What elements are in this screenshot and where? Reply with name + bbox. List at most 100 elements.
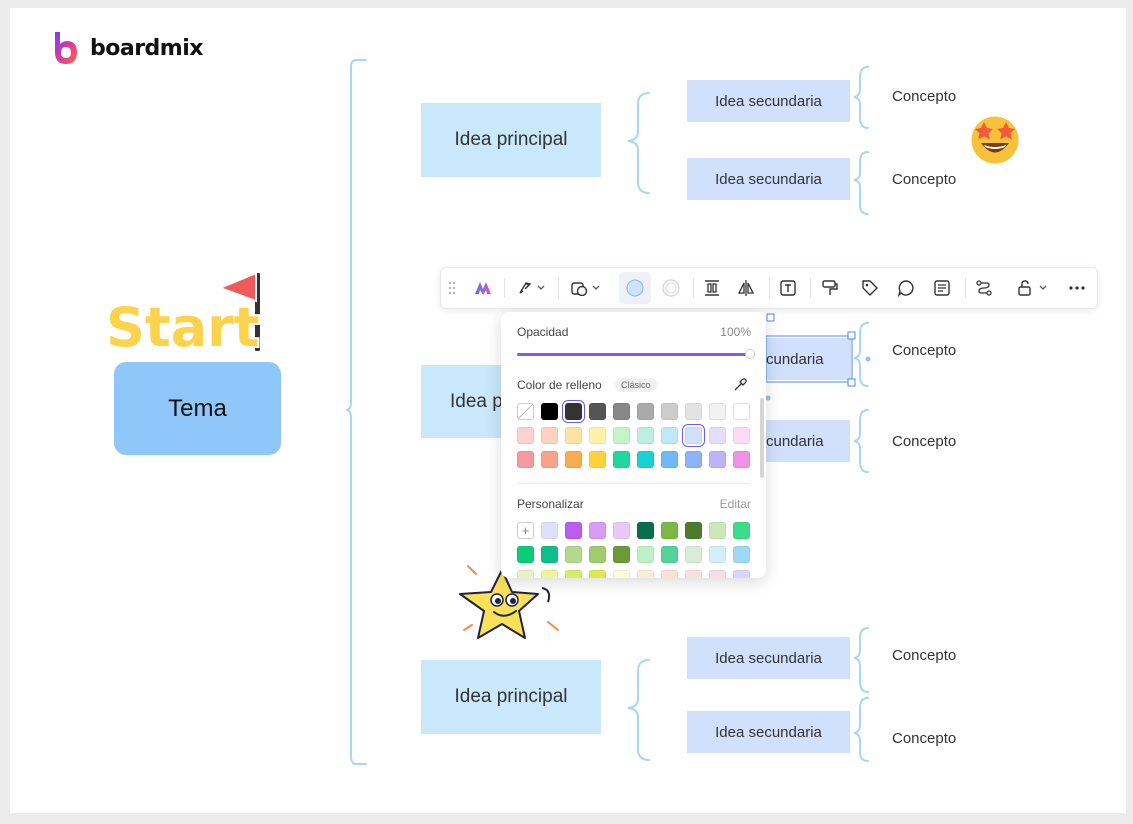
- opacity-label: Opacidad: [517, 325, 569, 339]
- shape-icon[interactable]: [563, 268, 609, 308]
- color-swatch[interactable]: [709, 546, 726, 563]
- color-swatch[interactable]: [685, 451, 702, 468]
- color-swatch[interactable]: [613, 522, 630, 539]
- color-swatch[interactable]: [517, 570, 534, 578]
- color-swatch[interactable]: [613, 546, 630, 563]
- concept-2[interactable]: Concepto: [892, 171, 956, 188]
- secondary-idea-6[interactable]: Idea secundaria: [687, 711, 850, 753]
- color-swatch[interactable]: [565, 570, 582, 578]
- lock-icon[interactable]: [1011, 268, 1055, 308]
- color-swatch[interactable]: [661, 427, 678, 444]
- color-swatch[interactable]: [613, 570, 630, 578]
- color-swatch[interactable]: [661, 451, 678, 468]
- color-swatch[interactable]: [517, 451, 534, 468]
- opacity-slider-thumb[interactable]: [745, 349, 755, 359]
- concept-1[interactable]: Concepto: [892, 88, 956, 105]
- color-swatch[interactable]: [709, 522, 726, 539]
- color-swatch[interactable]: [541, 451, 558, 468]
- more-icon[interactable]: [1061, 268, 1093, 308]
- secondary-idea-2[interactable]: Idea secundaria: [687, 158, 850, 200]
- eyedropper-icon[interactable]: [733, 378, 747, 392]
- add-color-button[interactable]: +: [517, 522, 534, 539]
- color-swatch[interactable]: [685, 403, 702, 420]
- color-swatch[interactable]: [589, 570, 606, 578]
- color-swatch[interactable]: [541, 403, 558, 420]
- flip-icon[interactable]: [731, 268, 761, 308]
- color-swatch[interactable]: [637, 546, 654, 563]
- color-swatch[interactable]: [709, 427, 726, 444]
- color-swatch[interactable]: [733, 522, 750, 539]
- color-swatch[interactable]: [709, 570, 726, 578]
- no-fill-swatch[interactable]: [517, 403, 534, 420]
- concept-4[interactable]: Concepto: [892, 433, 956, 450]
- color-swatch[interactable]: [682, 424, 705, 447]
- color-swatch[interactable]: [709, 403, 726, 420]
- color-swatch[interactable]: [661, 546, 678, 563]
- panel-scrollbar[interactable]: [760, 398, 764, 478]
- align-icon[interactable]: [697, 268, 727, 308]
- concept-3[interactable]: Concepto: [892, 342, 956, 359]
- color-swatch[interactable]: [541, 427, 558, 444]
- main-idea-3[interactable]: Idea principal: [421, 660, 601, 734]
- color-swatch[interactable]: [637, 427, 654, 444]
- color-swatch[interactable]: [637, 522, 654, 539]
- style-icon[interactable]: [509, 268, 555, 308]
- color-swatch[interactable]: [661, 522, 678, 539]
- color-swatch[interactable]: [661, 570, 678, 578]
- color-swatch[interactable]: [613, 427, 630, 444]
- palette-type-badge[interactable]: Clásico: [615, 378, 657, 392]
- color-swatch[interactable]: [541, 570, 558, 578]
- concept-5[interactable]: Concepto: [892, 647, 956, 664]
- selection-box[interactable]: [760, 312, 872, 404]
- drag-handle-icon[interactable]: [443, 268, 461, 308]
- color-swatch[interactable]: [685, 546, 702, 563]
- color-swatch[interactable]: [613, 403, 630, 420]
- color-swatch[interactable]: [589, 403, 606, 420]
- color-swatch[interactable]: [589, 522, 606, 539]
- connector-icon[interactable]: [969, 268, 999, 308]
- ai-icon[interactable]: [465, 268, 501, 308]
- color-swatch[interactable]: [565, 427, 582, 444]
- color-swatch[interactable]: [733, 403, 750, 420]
- root-topic[interactable]: Tema: [114, 362, 281, 455]
- text-icon[interactable]: [773, 268, 803, 308]
- color-swatch[interactable]: [685, 570, 702, 578]
- color-swatch[interactable]: [589, 427, 606, 444]
- format-painter-icon[interactable]: [815, 268, 845, 308]
- color-swatch[interactable]: [541, 522, 558, 539]
- note-icon[interactable]: [927, 268, 957, 308]
- color-swatch[interactable]: [733, 427, 750, 444]
- color-swatch[interactable]: [637, 451, 654, 468]
- color-swatch[interactable]: [685, 522, 702, 539]
- color-swatch[interactable]: [565, 546, 582, 563]
- secondary-idea-1[interactable]: Idea secundaria: [687, 80, 850, 122]
- color-swatch[interactable]: [637, 403, 654, 420]
- color-swatch[interactable]: [565, 451, 582, 468]
- comment-icon[interactable]: [891, 268, 921, 308]
- boardmix-logo[interactable]: boardmix: [52, 30, 203, 66]
- color-swatch[interactable]: [562, 400, 585, 423]
- color-swatch[interactable]: [565, 522, 582, 539]
- color-swatch[interactable]: [733, 451, 750, 468]
- color-swatch[interactable]: [517, 546, 534, 563]
- color-swatch[interactable]: [661, 403, 678, 420]
- secondary-idea-4[interactable]: cundaria: [766, 420, 850, 462]
- main-idea-2[interactable]: Idea p: [421, 365, 503, 438]
- fill-color-icon[interactable]: [619, 272, 651, 304]
- color-swatch[interactable]: [517, 427, 534, 444]
- color-swatch[interactable]: [589, 451, 606, 468]
- secondary-idea-5[interactable]: Idea secundaria: [687, 637, 850, 679]
- color-swatch[interactable]: [589, 546, 606, 563]
- opacity-slider[interactable]: [517, 353, 750, 356]
- color-swatch[interactable]: [613, 451, 630, 468]
- border-color-icon[interactable]: [655, 268, 687, 308]
- edit-link[interactable]: Editar: [720, 497, 751, 511]
- color-swatch[interactable]: [709, 451, 726, 468]
- concept-6[interactable]: Concepto: [892, 730, 956, 747]
- color-swatch[interactable]: [733, 570, 750, 578]
- tag-icon[interactable]: [853, 268, 887, 308]
- color-swatch[interactable]: [541, 546, 558, 563]
- main-idea-1[interactable]: Idea principal: [421, 103, 601, 177]
- color-swatch[interactable]: [733, 546, 750, 563]
- color-swatch[interactable]: [637, 570, 654, 578]
